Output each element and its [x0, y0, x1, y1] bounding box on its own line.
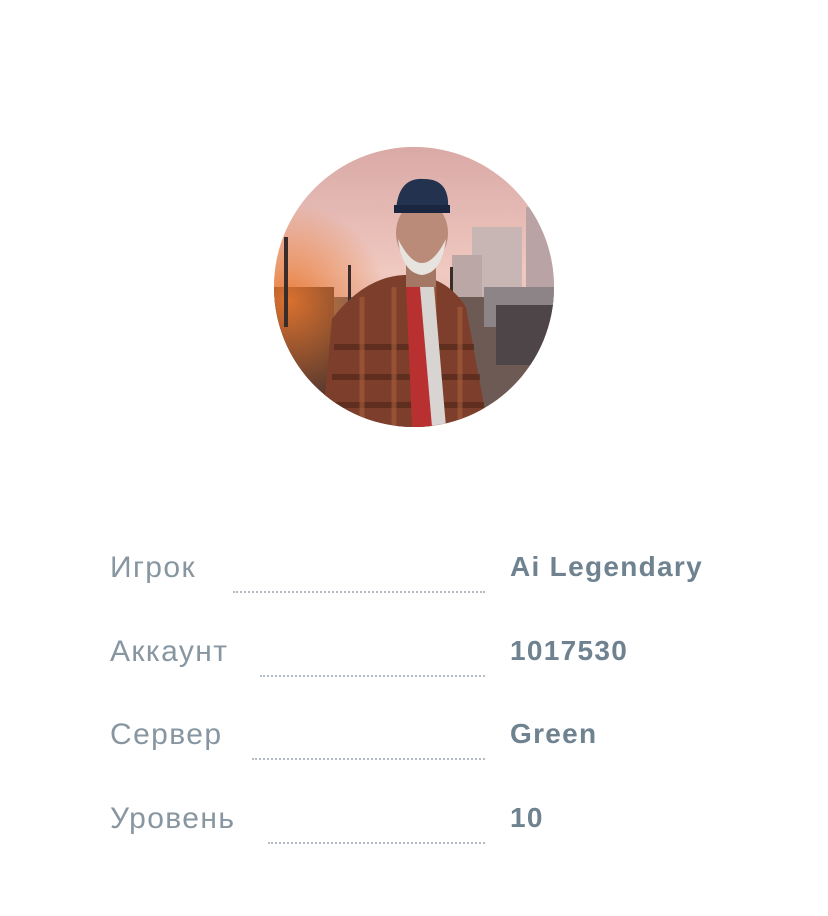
level-label: Уровень	[110, 801, 236, 835]
server-value: Green	[510, 718, 598, 749]
info-row-level: Уровень 10	[110, 796, 720, 880]
player-avatar	[274, 147, 554, 427]
dotted-leader	[252, 758, 485, 760]
info-row-server: Сервер Green	[110, 712, 720, 796]
player-info-list: Игрок Ai Legendary Аккаунт 1017530 Серве…	[110, 545, 720, 879]
dotted-leader	[233, 591, 485, 593]
info-row-player: Игрок Ai Legendary	[110, 545, 720, 629]
account-value: 1017530	[510, 634, 629, 666]
dotted-leader	[260, 674, 485, 677]
server-label: Сервер	[110, 718, 223, 751]
avatar-image	[274, 147, 554, 427]
account-label: Аккаунт	[110, 634, 229, 668]
dotted-leader	[268, 841, 485, 844]
player-value: Ai Legendary	[510, 551, 703, 582]
level-value: 10	[510, 801, 544, 833]
player-label: Игрок	[110, 551, 196, 584]
info-row-account: Аккаунт 1017530	[110, 629, 720, 713]
